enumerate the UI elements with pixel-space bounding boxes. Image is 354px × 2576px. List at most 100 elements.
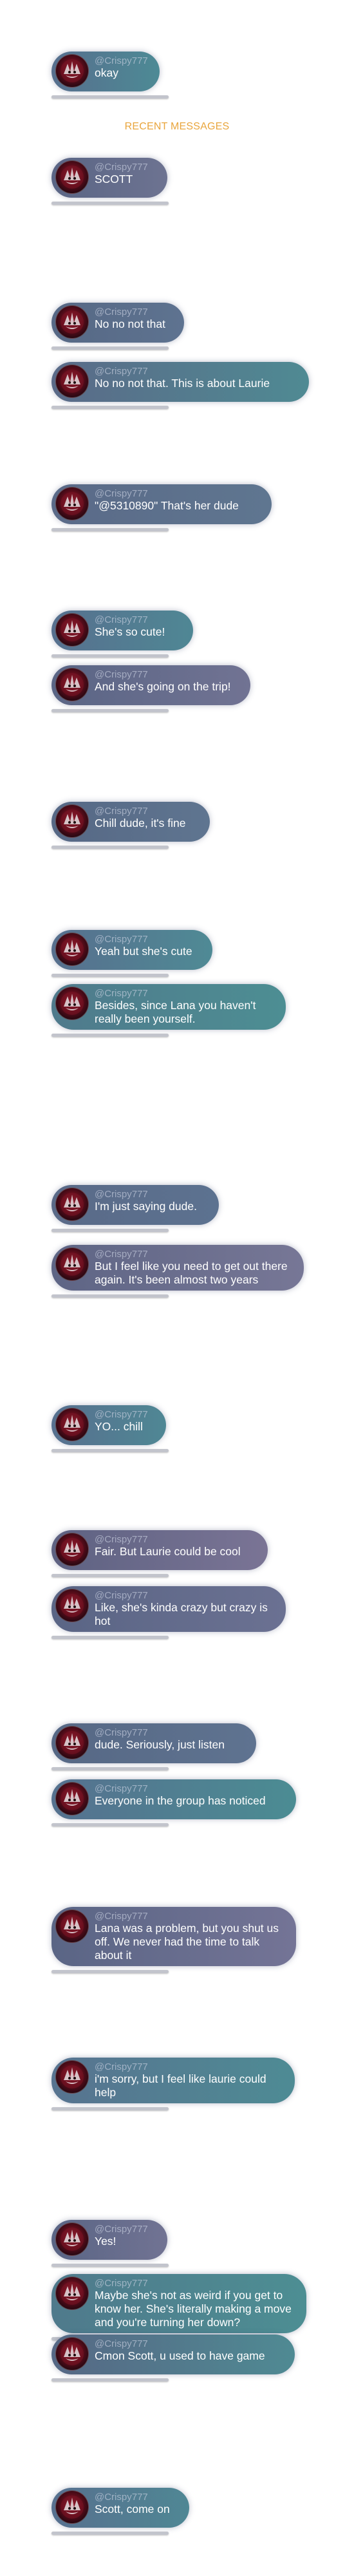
message-bubble[interactable]: @Crispy777 But I feel like you need to ge… bbox=[51, 1245, 304, 1291]
message-username: @Crispy777 bbox=[95, 307, 148, 317]
message-divider bbox=[51, 974, 169, 977]
recent-messages-header: RECENT MESSAGES bbox=[124, 121, 230, 132]
message-bubble[interactable]: @Crispy777 Like, she's kinda crazy but cr… bbox=[51, 1586, 286, 1632]
message-text: Like, she's kinda crazy but crazy is hot bbox=[95, 1601, 268, 1627]
avatar[interactable] bbox=[55, 987, 89, 1020]
avatar[interactable] bbox=[55, 2337, 89, 2371]
avatar[interactable] bbox=[55, 1782, 89, 1815]
message-username: @Crispy777 bbox=[95, 1727, 148, 1738]
avatar[interactable] bbox=[55, 2277, 89, 2310]
message-username: @Crispy777 bbox=[95, 1783, 148, 1794]
chat-page: RECENT MESSAGES @Crispy777 okay @Crispy777… bbox=[0, 0, 354, 2576]
message-text: Cmon Scott, u used to have game bbox=[95, 2349, 265, 2362]
avatar[interactable] bbox=[55, 54, 89, 88]
message-divider bbox=[51, 346, 169, 350]
message-username: @Crispy777 bbox=[95, 2338, 148, 2349]
avatar[interactable] bbox=[55, 1726, 89, 1759]
avatar[interactable] bbox=[55, 1408, 89, 1441]
message-bubble[interactable]: @Crispy777 SCOTT bbox=[51, 158, 167, 198]
avatar[interactable] bbox=[55, 613, 89, 647]
avatar[interactable] bbox=[55, 2060, 89, 2094]
avatar[interactable] bbox=[55, 305, 89, 339]
message-bubble[interactable]: @Crispy777 Scott, come on bbox=[51, 2488, 189, 2528]
message-bubble[interactable]: @Crispy777 Fair. But Laurie could be cool bbox=[51, 1530, 268, 1570]
avatar-art-icon bbox=[61, 1594, 84, 1617]
message-bubble[interactable]: @Crispy777 No no not that bbox=[51, 303, 184, 343]
message-content: @Crispy777 dude. Seriously, just listen bbox=[95, 1726, 225, 1752]
message-bubble[interactable]: @Crispy777 Yeah but she's cute bbox=[51, 930, 212, 970]
message-bubble[interactable]: @Crispy777 Maybe she's not as weird if yo… bbox=[51, 2274, 306, 2333]
avatar[interactable] bbox=[55, 487, 89, 520]
message-bubble[interactable]: @Crispy777 Cmon Scott, u used to have gam… bbox=[51, 2334, 295, 2374]
avatar[interactable] bbox=[55, 2490, 89, 2524]
avatar[interactable] bbox=[55, 668, 89, 701]
message-content: @Crispy777 "@5310890" That's her dude bbox=[95, 487, 239, 513]
avatar-art-icon bbox=[61, 2496, 84, 2519]
message-username: @Crispy777 bbox=[95, 488, 148, 499]
message-bubble[interactable]: @Crispy777 And she's going on the trip! bbox=[51, 665, 250, 705]
avatar-art-icon bbox=[61, 1253, 84, 1276]
message-divider bbox=[51, 2532, 169, 2535]
message-divider bbox=[51, 1034, 169, 1037]
avatar-art-icon bbox=[61, 310, 84, 334]
message-bubble[interactable]: @Crispy777 No no not that. This is about … bbox=[51, 362, 309, 402]
message-bubble[interactable]: @Crispy777 I'm just saying dude. bbox=[51, 1185, 219, 1225]
message-bubble[interactable]: @Crispy777 She's so cute! bbox=[51, 611, 193, 650]
avatar-art-icon bbox=[61, 1731, 84, 1754]
message-bubble[interactable]: @Crispy777 i'm sorry, but I feel like lau… bbox=[51, 2058, 295, 2103]
message-bubble[interactable]: @Crispy777 okay bbox=[51, 52, 160, 91]
message-divider bbox=[51, 202, 169, 205]
message-divider bbox=[51, 1636, 169, 1639]
avatar[interactable] bbox=[55, 1909, 89, 1943]
avatar-art-icon bbox=[61, 492, 84, 515]
message-text: Yeah but she's cute bbox=[95, 945, 192, 958]
avatar[interactable] bbox=[55, 365, 89, 398]
avatar[interactable] bbox=[55, 1533, 89, 1566]
message-bubble[interactable]: @Crispy777 dude. Seriously, just listen bbox=[51, 1723, 256, 1763]
message-username: @Crispy777 bbox=[95, 1189, 148, 1200]
avatar[interactable] bbox=[55, 2222, 89, 2256]
avatar[interactable] bbox=[55, 804, 89, 838]
message-content: @Crispy777 Lana was a problem, but you sh… bbox=[95, 1909, 284, 1962]
message-divider bbox=[51, 1229, 169, 1232]
avatar[interactable] bbox=[55, 933, 89, 966]
message-content: @Crispy777 And she's going on the trip! bbox=[95, 668, 231, 694]
message-text: Lana was a problem, but you shut us off.… bbox=[95, 1922, 279, 1962]
message-bubble[interactable]: @Crispy777 Lana was a problem, but you sh… bbox=[51, 1907, 296, 1966]
message-bubble[interactable]: @Crispy777 Besides, since Lana you haven'… bbox=[51, 984, 286, 1030]
message-bubble[interactable]: @Crispy777 Yes! bbox=[51, 2220, 167, 2260]
message-bubble[interactable]: @Crispy777 YO... chill bbox=[51, 1405, 166, 1445]
message-text: Chill dude, it's fine bbox=[95, 817, 186, 829]
message-bubble[interactable]: @Crispy777 Everyone in the group has noti… bbox=[51, 1779, 296, 1819]
message-content: @Crispy777 No no not that. This is about … bbox=[95, 365, 270, 390]
message-content: @Crispy777 Besides, since Lana you haven'… bbox=[95, 987, 274, 1026]
message-content: @Crispy777 No no not that bbox=[95, 305, 165, 331]
message-text: Everyone in the group has noticed bbox=[95, 1794, 266, 1807]
message-text: Maybe she's not as weird if you get to k… bbox=[95, 2289, 292, 2329]
avatar[interactable] bbox=[55, 1247, 89, 1281]
message-divider bbox=[51, 2107, 169, 2110]
avatar[interactable] bbox=[55, 1589, 89, 1622]
message-text: Yes! bbox=[95, 2235, 116, 2248]
message-username: @Crispy777 bbox=[95, 2224, 148, 2235]
avatar[interactable] bbox=[55, 160, 89, 194]
message-divider bbox=[51, 2378, 169, 2382]
message-text: But I feel like you need to get out ther… bbox=[95, 1260, 288, 1286]
avatar[interactable] bbox=[55, 1188, 89, 1221]
message-username: @Crispy777 bbox=[95, 2061, 148, 2072]
message-username: @Crispy777 bbox=[95, 1409, 148, 1420]
message-divider bbox=[51, 95, 169, 99]
message-divider bbox=[51, 1767, 169, 1770]
avatar-art-icon bbox=[61, 2282, 84, 2305]
message-content: @Crispy777 Scott, come on bbox=[95, 2490, 170, 2516]
avatar-art-icon bbox=[61, 1538, 84, 1561]
message-username: @Crispy777 bbox=[95, 934, 148, 945]
message-username: @Crispy777 bbox=[95, 669, 148, 680]
avatar-art-icon bbox=[61, 370, 84, 393]
message-bubble[interactable]: @Crispy777 Chill dude, it's fine bbox=[51, 802, 210, 842]
avatar-art-icon bbox=[61, 1193, 84, 1216]
avatar-art-icon bbox=[61, 938, 84, 961]
message-content: @Crispy777 Cmon Scott, u used to have gam… bbox=[95, 2337, 265, 2363]
message-bubble[interactable]: @Crispy777 "@5310890" That's her dude bbox=[51, 484, 272, 524]
message-username: @Crispy777 bbox=[95, 162, 148, 173]
